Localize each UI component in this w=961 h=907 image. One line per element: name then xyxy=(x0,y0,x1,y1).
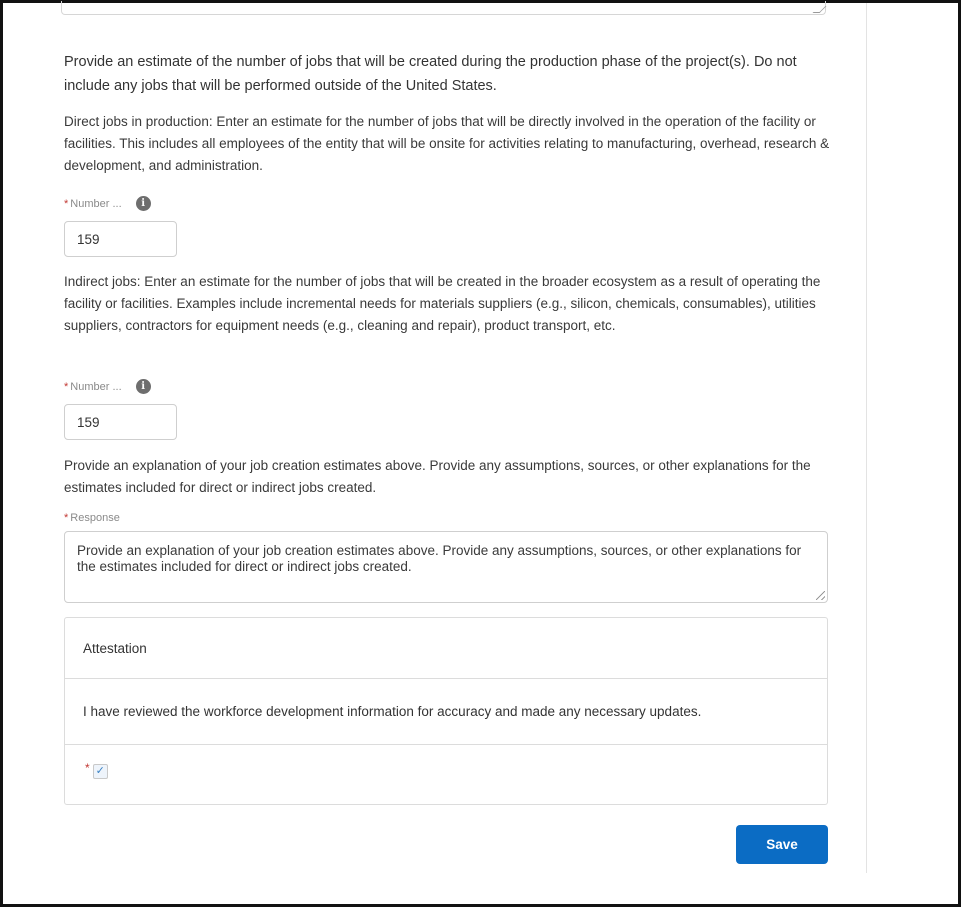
required-marker: * xyxy=(64,197,69,210)
resize-handle[interactable] xyxy=(812,6,827,13)
right-divider xyxy=(866,3,867,873)
production-jobs-intro: Provide an estimate of the number of job… xyxy=(64,54,797,94)
response-label-text: Response xyxy=(70,512,120,524)
indirect-jobs-input[interactable] xyxy=(64,404,177,440)
indirect-jobs-label-text: Number ... xyxy=(70,380,122,393)
attestation-header: Attestation xyxy=(65,618,827,679)
direct-jobs-input[interactable] xyxy=(64,221,177,257)
info-icon[interactable]: i xyxy=(135,196,151,211)
info-icon[interactable]: i xyxy=(135,379,151,394)
indirect-jobs-label: * Number ... i xyxy=(64,379,151,394)
attestation-title: Attestation xyxy=(83,640,147,656)
form-page: Provide an estimate of the number of job… xyxy=(0,0,961,907)
required-marker: * xyxy=(64,380,69,393)
response-label: * Response xyxy=(64,512,120,524)
direct-jobs-label-text: Number ... xyxy=(70,197,122,210)
attestation-checkbox[interactable]: ✓ xyxy=(92,764,108,779)
resize-handle[interactable] xyxy=(816,591,825,600)
required-marker: * xyxy=(64,512,69,524)
attestation-card: Attestation I have reviewed the workforc… xyxy=(64,617,828,805)
attestation-statement-row: I have reviewed the workforce developmen… xyxy=(65,679,827,745)
response-textarea[interactable]: Provide an explanation of your job creat… xyxy=(64,531,828,603)
direct-jobs-description: Direct jobs in production: Enter an esti… xyxy=(64,114,830,173)
checkmark-icon: ✓ xyxy=(95,765,105,777)
previous-textarea-bottom[interactable] xyxy=(61,1,827,15)
indirect-jobs-description: Indirect jobs: Enter an estimate for the… xyxy=(64,274,821,333)
attestation-statement: I have reviewed the workforce developmen… xyxy=(83,704,702,719)
required-marker: * xyxy=(85,760,90,775)
save-button[interactable]: Save xyxy=(736,825,828,864)
explanation-prompt: Provide an explanation of your job creat… xyxy=(64,458,811,495)
attestation-checkbox-field: * ✓ xyxy=(85,760,108,779)
direct-jobs-label: * Number ... i xyxy=(64,196,151,211)
